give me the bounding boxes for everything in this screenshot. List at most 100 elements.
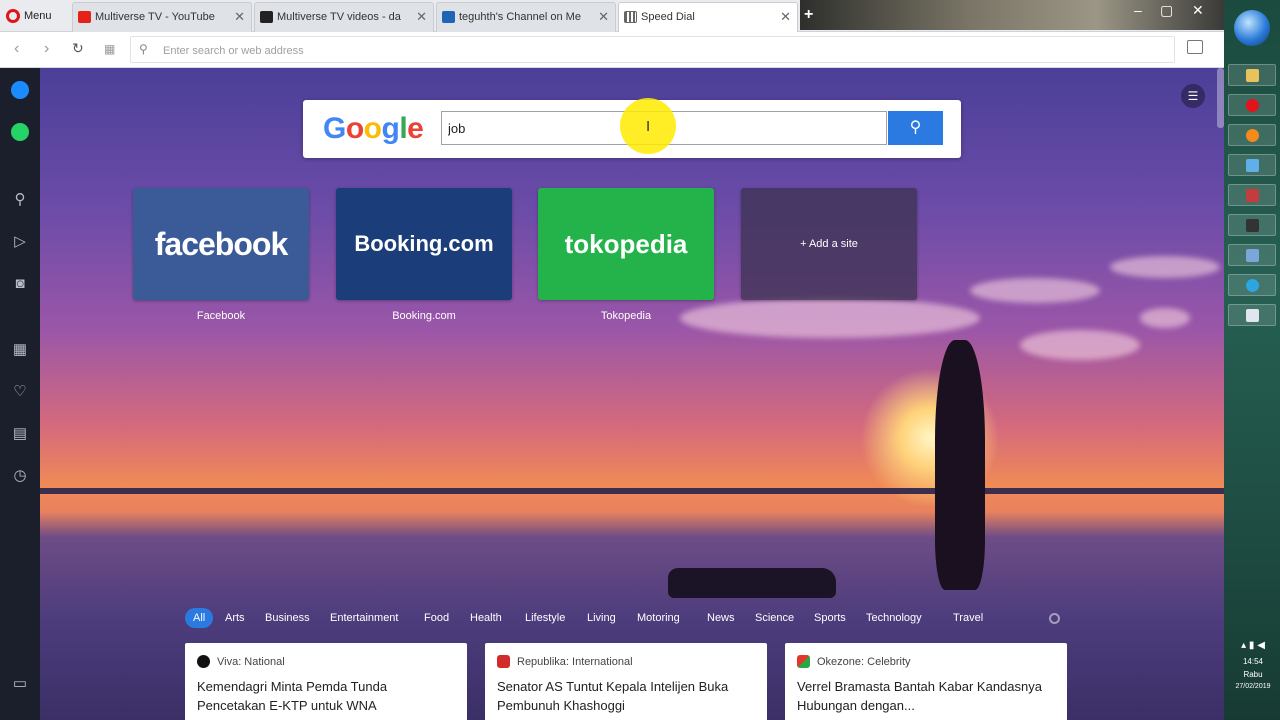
category-entertainment[interactable]: Entertainment	[330, 608, 398, 628]
dailymotion-icon	[260, 11, 273, 23]
app-icon	[1246, 219, 1259, 232]
folder-icon	[1246, 69, 1259, 82]
taskbar-app[interactable]	[1228, 214, 1276, 236]
speed-dial-booking[interactable]: Booking.com	[336, 188, 512, 300]
search-icon[interactable]: ⚲	[8, 188, 32, 212]
tab-channel[interactable]: teguhth's Channel on Me ✕	[436, 2, 616, 32]
opera-menu-button[interactable]: Menu	[4, 2, 68, 30]
news-source: Viva: National	[217, 656, 285, 668]
reload-icon[interactable]: ↻	[72, 40, 84, 57]
close-icon[interactable]: ✕	[234, 3, 245, 31]
tab-title: Multiverse TV videos - da	[277, 11, 401, 23]
clock-day: Rabu	[1243, 670, 1263, 679]
category-business[interactable]: Business	[265, 608, 310, 628]
category-living[interactable]: Living	[587, 608, 616, 628]
menu-label: Menu	[24, 10, 52, 22]
category-all[interactable]: All	[185, 608, 214, 628]
close-icon[interactable]: ✕	[780, 3, 791, 31]
close-icon[interactable]: ✕	[598, 3, 609, 31]
maximize-icon[interactable]: ▢	[1160, 2, 1173, 19]
send-icon[interactable]: ▷	[8, 230, 32, 254]
firefox-icon	[1246, 129, 1259, 142]
taskbar-app[interactable]	[1228, 184, 1276, 206]
category-motoring[interactable]: Motoring	[637, 608, 680, 628]
categories-settings-icon[interactable]	[1049, 613, 1060, 624]
sidebar-toggle-icon[interactable]: ▭	[8, 672, 32, 696]
cloud	[970, 278, 1100, 303]
camera-icon[interactable]: ◙	[8, 272, 32, 296]
tab-title: teguhth's Channel on Me	[459, 11, 581, 23]
screen: Menu Multiverse TV - YouTube ✕ Multivers…	[0, 0, 1280, 720]
app-icon	[1246, 189, 1259, 202]
taskbar-firefox[interactable]	[1228, 124, 1276, 146]
tile-label: Booking.com	[392, 310, 456, 322]
tab-dailymotion[interactable]: Multiverse TV videos - da ✕	[254, 2, 434, 32]
cloud	[1140, 308, 1190, 328]
news-source: Okezone: Celebrity	[817, 656, 911, 668]
category-travel[interactable]: Travel	[953, 608, 983, 628]
new-tab-icon[interactable]: +	[804, 6, 813, 24]
clock-date: 27/02/2019	[1235, 683, 1271, 690]
category-news[interactable]: News	[707, 608, 735, 628]
taskbar-app[interactable]	[1228, 244, 1276, 266]
snapshot-icon[interactable]	[1187, 40, 1203, 54]
close-window-icon[interactable]: ✕	[1192, 2, 1204, 19]
category-lifestyle[interactable]: Lifestyle	[525, 608, 565, 628]
category-arts[interactable]: Arts	[225, 608, 245, 628]
forward-icon[interactable]: ›	[44, 40, 49, 58]
taskbar-app[interactable]	[1228, 304, 1276, 326]
minimize-icon[interactable]: –	[1134, 2, 1142, 18]
speed-dial-facebook[interactable]: facebook	[133, 188, 309, 300]
taskbar-telegram[interactable]	[1228, 274, 1276, 296]
speed-dial-icon[interactable]: ▦	[8, 338, 32, 362]
google-logo: Google	[323, 112, 424, 145]
address-input[interactable]: ⚲ Enter search or web address	[130, 36, 1175, 63]
taskbar-app[interactable]	[1228, 154, 1276, 176]
tabs-grid-icon[interactable]: ▦	[104, 42, 115, 56]
whatsapp-icon[interactable]	[8, 120, 32, 144]
news-card[interactable]: Viva: National Kemendagri Minta Pemda Tu…	[185, 643, 467, 720]
news-categories: All Arts Business Entertainment Food Hea…	[185, 608, 1085, 628]
tab-title: Speed Dial	[641, 11, 695, 23]
okezone-icon	[797, 655, 810, 668]
category-sports[interactable]: Sports	[814, 608, 846, 628]
telegram-icon	[1246, 279, 1259, 292]
speed-dial-tokopedia[interactable]: tokopedia	[538, 188, 714, 300]
news-source: Republika: International	[517, 656, 633, 668]
messenger-icon[interactable]	[8, 78, 32, 102]
taskbar-opera[interactable]	[1228, 94, 1276, 116]
news-card[interactable]: Republika: International Senator AS Tunt…	[485, 643, 767, 720]
taskbar-explorer[interactable]	[1228, 64, 1276, 86]
close-icon[interactable]: ✕	[416, 3, 427, 31]
search-icon: ⚲	[139, 42, 148, 56]
news-icon[interactable]: ▤	[8, 422, 32, 446]
history-icon[interactable]: ◷	[8, 464, 32, 488]
add-site-tile[interactable]: + Add a site	[741, 188, 917, 300]
tray-icons[interactable]: ▴ ▮ ◀	[1226, 640, 1280, 651]
tab-bar: Menu Multiverse TV - YouTube ✕ Multivers…	[0, 0, 1224, 32]
tab-youtube[interactable]: Multiverse TV - YouTube ✕	[72, 2, 252, 32]
scrollbar[interactable]	[1217, 68, 1224, 128]
news-headline: Verrel Bramasta Bantah Kabar Kandasnya H…	[797, 679, 1042, 713]
tile-label: Tokopedia	[600, 310, 652, 322]
windows-start-button[interactable]	[1234, 10, 1270, 46]
tab-speed-dial[interactable]: Speed Dial ✕	[618, 2, 798, 32]
category-science[interactable]: Science	[755, 608, 794, 628]
cloud	[1020, 330, 1140, 360]
republika-icon	[497, 655, 510, 668]
search-button[interactable]: ⚲	[888, 111, 943, 145]
heart-icon[interactable]: ♡	[8, 380, 32, 404]
news-card[interactable]: Okezone: Celebrity Verrel Bramasta Banta…	[785, 643, 1067, 720]
app-icon	[1246, 249, 1259, 262]
easy-setup-icon[interactable]: ☰	[1181, 84, 1205, 108]
person-silhouette	[935, 340, 985, 590]
category-food[interactable]: Food	[424, 608, 449, 628]
clock-time[interactable]: 14:54	[1226, 657, 1280, 666]
back-icon[interactable]: ‹	[14, 40, 19, 58]
viva-icon	[197, 655, 210, 668]
category-health[interactable]: Health	[470, 608, 502, 628]
category-technology[interactable]: Technology	[866, 608, 922, 628]
youtube-icon	[78, 11, 91, 23]
speed-dial-page: ☰ Google ⚲ I facebook Facebook Booking.c…	[40, 68, 1224, 720]
cloud	[680, 298, 980, 338]
